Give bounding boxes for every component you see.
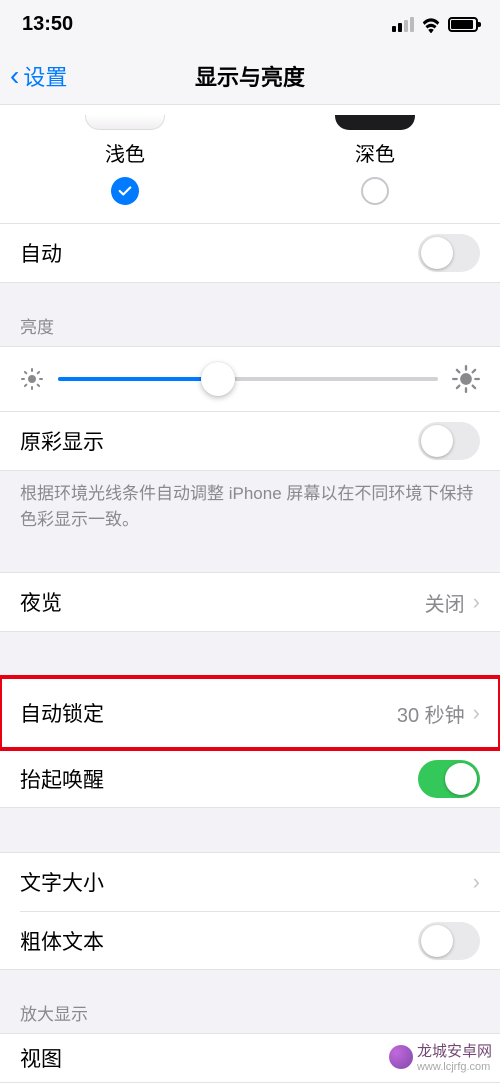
nav-header: ‹ 设置 显示与亮度 [0, 48, 500, 104]
text-size-label: 文字大小 [20, 867, 104, 897]
radio-checked-icon [111, 177, 139, 205]
auto-lock-row[interactable]: 自动锁定 30 秒钟 › [0, 677, 500, 749]
status-right [392, 16, 478, 32]
light-label: 浅色 [0, 138, 250, 167]
auto-appearance-group: 自动 [0, 224, 500, 283]
auto-lock-label: 自动锁定 [20, 698, 104, 728]
appearance-option-light[interactable]: 浅色 [0, 105, 250, 223]
true-tone-row: 原彩显示 [0, 412, 500, 470]
raise-to-wake-switch[interactable] [418, 760, 480, 798]
back-button[interactable]: ‹ 设置 [10, 48, 67, 104]
light-theme-thumb [85, 115, 165, 130]
watermark-url: www.lcjrfg.com [417, 1061, 492, 1073]
battery-icon [448, 17, 478, 32]
brightness-header: 亮度 [0, 283, 500, 346]
appearance-selector: 浅色 深色 [0, 104, 500, 224]
page-title: 显示与亮度 [195, 60, 305, 92]
night-shift-value: 关闭 [425, 588, 465, 617]
auto-lock-value: 30 秒钟 [397, 699, 465, 728]
brightness-slider-cell [0, 346, 500, 412]
cellular-signal-icon [392, 17, 414, 32]
bold-text-row: 粗体文本 [20, 911, 500, 969]
auto-appearance-row: 自动 [0, 224, 500, 282]
true-tone-switch[interactable] [418, 422, 480, 460]
brightness-slider[interactable] [58, 377, 438, 381]
status-time: 13:50 [22, 13, 73, 36]
radio-unchecked-icon [361, 177, 389, 205]
watermark-logo-icon [389, 1045, 413, 1069]
chevron-right-icon: › [473, 589, 480, 615]
back-label: 设置 [23, 60, 67, 92]
true-tone-footer: 根据环境光线条件自动调整 iPhone 屏幕以在不同环境下保持色彩显示一致。 [0, 471, 500, 532]
text-size-row[interactable]: 文字大小 › [0, 853, 500, 911]
zoom-header: 放大显示 [0, 970, 500, 1033]
true-tone-label: 原彩显示 [20, 426, 104, 456]
autolock-group: 自动锁定 30 秒钟 › 抬起唤醒 [0, 676, 500, 808]
zoom-view-label: 视图 [20, 1043, 62, 1073]
slider-thumb[interactable] [201, 362, 235, 396]
dark-label: 深色 [250, 138, 500, 167]
status-bar: 13:50 [0, 0, 500, 48]
bold-text-label: 粗体文本 [20, 926, 104, 956]
true-tone-group: 原彩显示 [0, 412, 500, 471]
dark-theme-thumb [335, 115, 415, 130]
bold-text-switch[interactable] [418, 922, 480, 960]
sun-large-icon [452, 365, 480, 393]
slider-fill [58, 377, 218, 381]
chevron-right-icon: › [473, 869, 480, 895]
watermark-title: 龙城安卓网 [417, 1043, 492, 1060]
auto-label: 自动 [20, 238, 62, 268]
appearance-option-dark[interactable]: 深色 [250, 105, 500, 223]
wifi-icon [420, 16, 442, 32]
raise-to-wake-label: 抬起唤醒 [20, 764, 104, 794]
watermark: 龙城安卓网 www.lcjrfg.com [389, 1040, 492, 1073]
night-shift-row[interactable]: 夜览 关闭 › [0, 573, 500, 631]
chevron-left-icon: ‹ [10, 62, 19, 90]
text-group: 文字大小 › 粗体文本 [0, 852, 500, 970]
night-shift-group: 夜览 关闭 › [0, 572, 500, 632]
auto-appearance-switch[interactable] [418, 234, 480, 272]
raise-to-wake-row: 抬起唤醒 [20, 749, 500, 807]
night-shift-label: 夜览 [20, 587, 62, 617]
chevron-right-icon: › [473, 700, 480, 726]
sun-small-icon [20, 367, 44, 391]
